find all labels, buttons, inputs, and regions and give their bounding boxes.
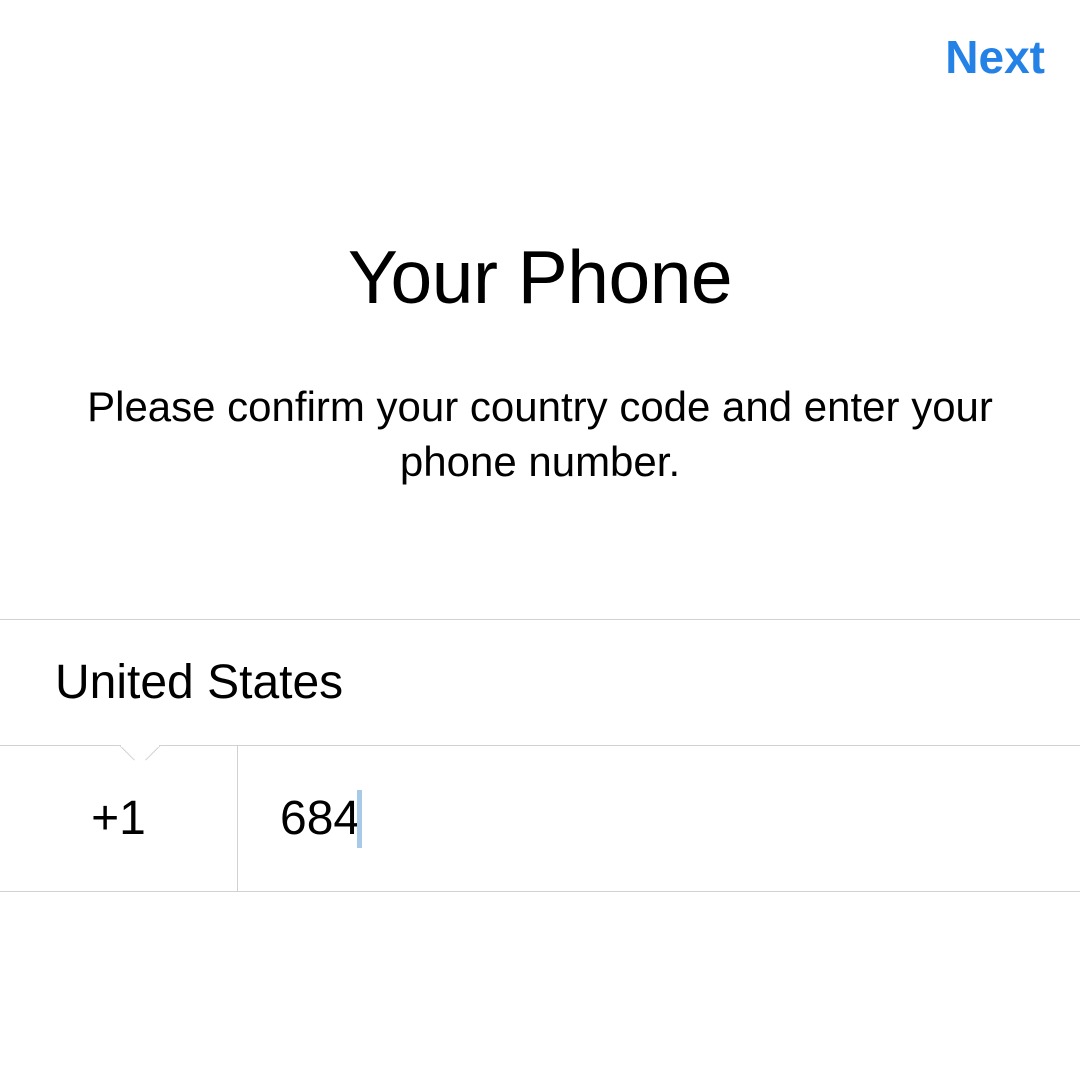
phone-input[interactable]: 684: [238, 746, 1080, 891]
country-code-field[interactable]: +1: [0, 746, 238, 891]
phone-row: +1 684: [0, 745, 1080, 892]
next-button[interactable]: Next: [945, 30, 1045, 84]
text-caret: [357, 790, 362, 848]
page-subtitle: Please confirm your country code and ent…: [0, 380, 1080, 489]
phone-value: 684: [280, 791, 360, 846]
page-title: Your Phone: [0, 234, 1080, 320]
country-name-label: United States: [55, 656, 343, 709]
country-selector[interactable]: United States: [0, 619, 1080, 745]
